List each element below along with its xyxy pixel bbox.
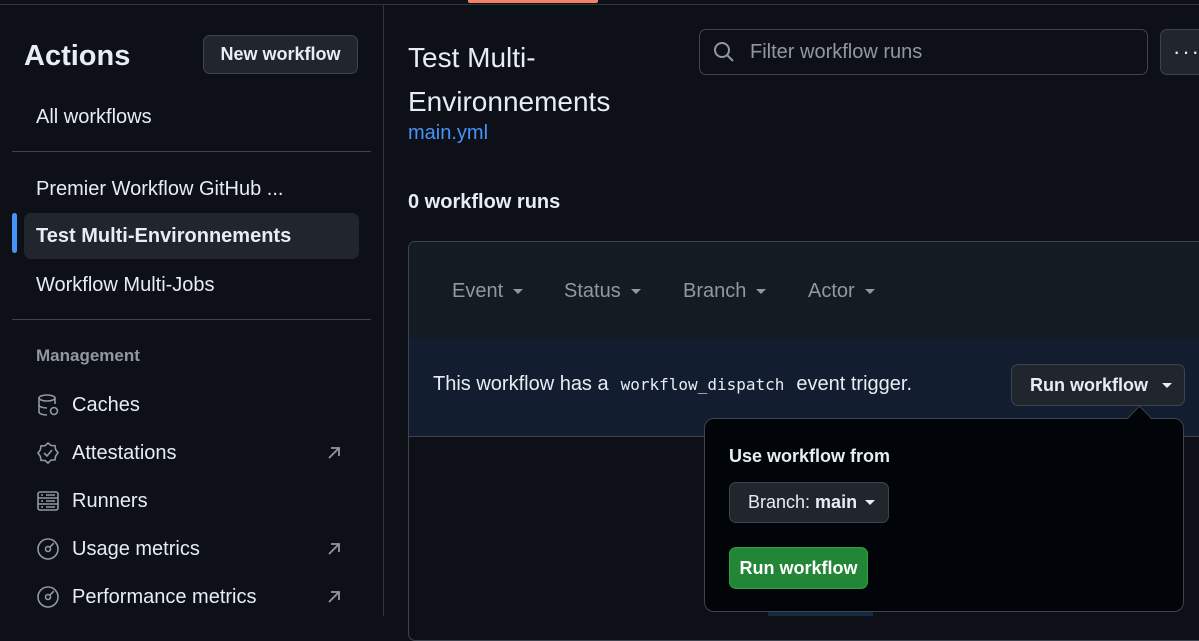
filter-label: Branch bbox=[683, 280, 747, 302]
branch-value: main bbox=[815, 492, 858, 512]
dispatch-suffix: event trigger. bbox=[796, 373, 913, 395]
database-icon bbox=[36, 393, 60, 417]
active-indicator bbox=[12, 213, 17, 253]
caret-down-icon bbox=[864, 289, 875, 294]
sidebar-item-label: Usage metrics bbox=[72, 537, 200, 560]
filter-label: Status bbox=[564, 280, 621, 302]
sidebar-item-label: Attestations bbox=[72, 441, 177, 464]
caret-down-icon bbox=[865, 500, 876, 505]
sidebar-divider bbox=[12, 319, 371, 320]
sidebar-item-label: Caches bbox=[72, 393, 140, 416]
meter-icon bbox=[36, 585, 60, 609]
dispatch-message: This workflow has a workflow_dispatch ev… bbox=[433, 373, 912, 396]
external-link-icon bbox=[328, 447, 340, 459]
sidebar-item-label: Performance metrics bbox=[72, 585, 257, 608]
sidebar-item-workflow[interactable]: Workflow Multi-Jobs bbox=[24, 262, 359, 308]
filter-label: Event bbox=[452, 280, 504, 302]
sidebar-item-caches[interactable]: Caches bbox=[36, 385, 356, 425]
sidebar-item-workflow-active[interactable]: Test Multi-Environnements bbox=[24, 213, 359, 259]
meter-icon bbox=[36, 537, 60, 561]
search-icon bbox=[714, 42, 734, 62]
active-tab-indicator bbox=[468, 0, 598, 3]
branch-label: Branch: bbox=[748, 492, 811, 512]
external-link-icon bbox=[328, 543, 340, 555]
sidebar-item-runners[interactable]: Runners bbox=[36, 481, 356, 521]
status-filter[interactable]: Status bbox=[564, 280, 641, 303]
run-workflow-label: Run workflow bbox=[1030, 374, 1148, 395]
sidebar-divider bbox=[12, 151, 371, 152]
sidebar-item-all-workflows[interactable]: All workflows bbox=[24, 94, 359, 140]
caret-down-icon bbox=[630, 289, 641, 294]
run-workflow-dropdown-button[interactable]: Run workflow bbox=[1011, 364, 1185, 406]
run-workflow-submit-button[interactable]: Run workflow bbox=[729, 547, 868, 589]
caret-down-icon bbox=[1162, 382, 1172, 388]
server-icon bbox=[36, 489, 60, 513]
management-heading: Management bbox=[36, 346, 140, 365]
popover-title: Use workflow from bbox=[729, 446, 891, 466]
dispatch-code: workflow_dispatch bbox=[620, 375, 785, 394]
workflow-runs-count: 0 workflow runs bbox=[408, 191, 561, 213]
branch-filter[interactable]: Branch bbox=[683, 280, 767, 303]
sidebar-item-usage-metrics[interactable]: Usage metrics bbox=[36, 529, 356, 569]
sidebar-item-attestations[interactable]: Attestations bbox=[36, 433, 356, 473]
sidebar-title: Actions bbox=[24, 40, 131, 72]
new-workflow-button[interactable]: New workflow bbox=[203, 35, 358, 74]
caret-down-icon bbox=[513, 289, 524, 294]
filter-label: Actor bbox=[808, 280, 855, 302]
page-title: Test Multi-Environnements bbox=[408, 42, 611, 117]
filter-bar: Event Status Branch Actor bbox=[409, 242, 1199, 339]
sidebar-item-performance-metrics[interactable]: Performance metrics bbox=[36, 577, 356, 617]
more-options-button[interactable]: ··· bbox=[1160, 29, 1199, 75]
sidebar-item-workflow[interactable]: Premier Workflow GitHub ... bbox=[24, 166, 359, 212]
verified-badge-icon bbox=[36, 441, 60, 465]
sidebar-item-label: Runners bbox=[72, 489, 148, 512]
external-link-icon bbox=[328, 591, 340, 603]
branch-select-button[interactable]: Branch: main bbox=[729, 482, 889, 523]
dispatch-prefix: This workflow has a bbox=[433, 373, 609, 395]
workflow-file-link[interactable]: main.yml bbox=[408, 122, 488, 145]
filter-runs-field[interactable] bbox=[699, 29, 1148, 75]
event-filter[interactable]: Event bbox=[452, 280, 524, 303]
run-workflow-popover: Use workflow from Branch: main Run workf… bbox=[704, 418, 1184, 612]
caret-down-icon bbox=[756, 289, 767, 294]
filter-runs-input[interactable] bbox=[748, 39, 1132, 65]
actor-filter[interactable]: Actor bbox=[808, 280, 875, 303]
